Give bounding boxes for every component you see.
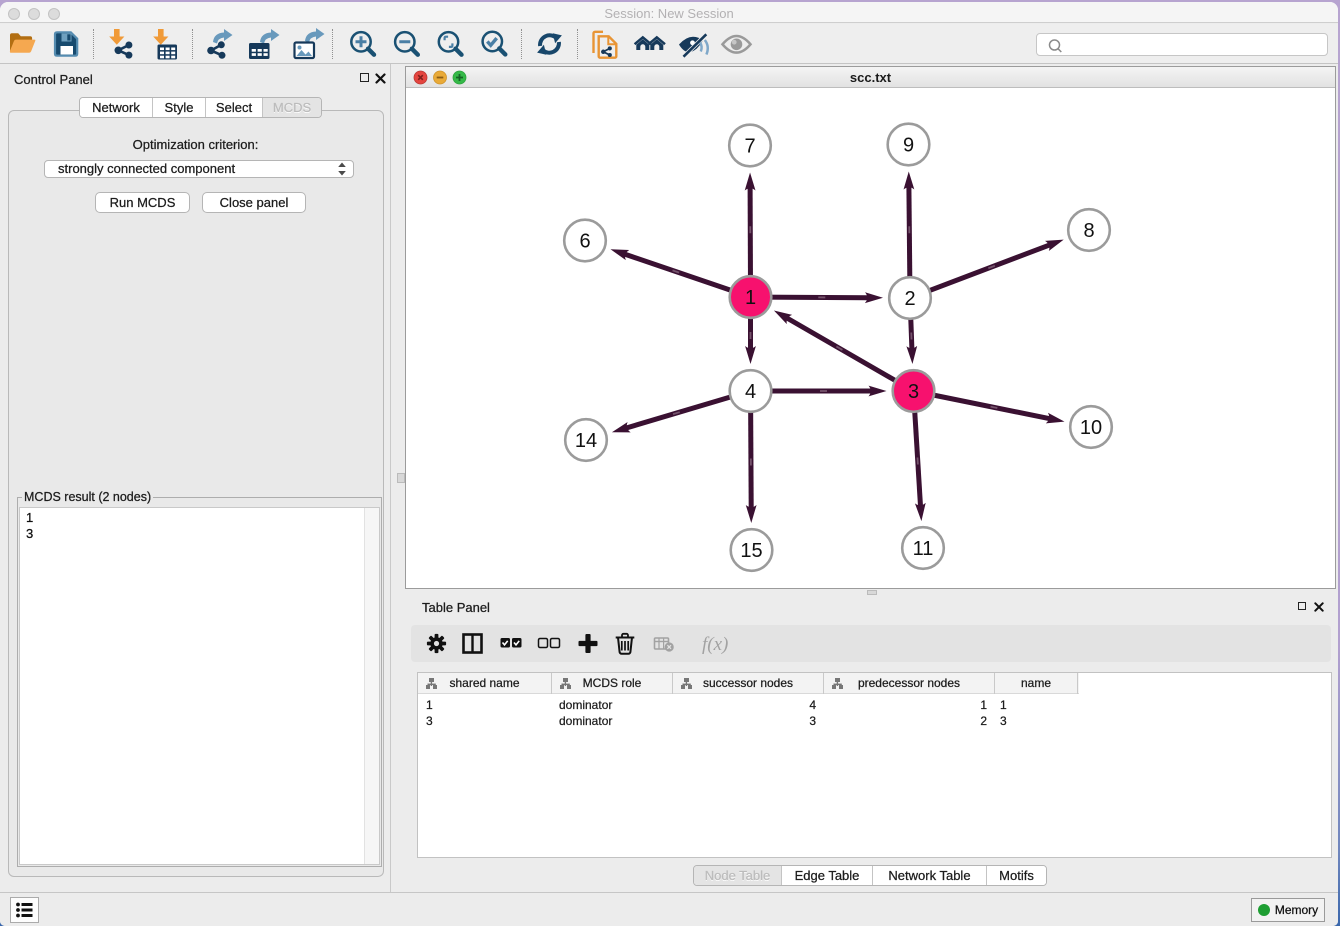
svg-text:f(x): f(x) (702, 634, 728, 655)
svg-text:11: 11 (913, 538, 934, 560)
svg-text:4: 4 (745, 381, 756, 403)
svg-text:10: 10 (1080, 417, 1102, 439)
svg-text:8: 8 (1083, 220, 1094, 242)
svg-text:14: 14 (575, 430, 597, 452)
svg-text:6: 6 (579, 231, 590, 253)
svg-text:15: 15 (740, 540, 762, 562)
svg-text:7: 7 (744, 136, 755, 158)
svg-text:2: 2 (904, 288, 915, 310)
svg-text:3: 3 (908, 381, 919, 403)
svg-text:9: 9 (903, 135, 914, 157)
svg-text:1: 1 (745, 287, 756, 309)
